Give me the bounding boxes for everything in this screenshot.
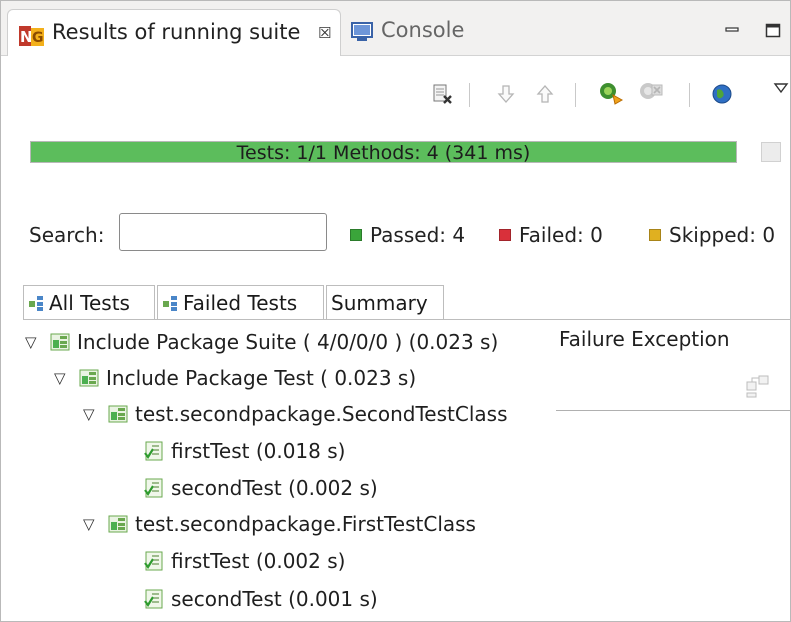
arrow-up-icon: [536, 85, 554, 103]
class-label: test.secondpackage.FirstTestClass: [135, 512, 476, 536]
testng-view: N G Results of running suite ☒ Console T…: [0, 0, 791, 622]
suite-icon: [108, 405, 128, 423]
all-tests-icon: [29, 296, 43, 311]
test-label: Include Package Test ( 0.023 s): [106, 366, 417, 390]
rerun-icon: [600, 83, 624, 105]
failed-tests-icon: [163, 296, 177, 311]
tab-failed-tests-label: Failed Tests: [183, 291, 298, 315]
tree-node-suite[interactable]: ▽ Include Package Suite ( 4/0/0/0 ) (0.0…: [25, 327, 498, 357]
suite-icon: [108, 515, 128, 533]
skipped-count: Skipped: 0: [649, 223, 775, 247]
passed-label: Passed: 4: [370, 223, 466, 247]
globe-icon: [712, 84, 732, 104]
open-report-button[interactable]: [709, 81, 735, 107]
tab-failed-tests[interactable]: Failed Tests: [157, 285, 324, 320]
view-menu-button[interactable]: [768, 75, 791, 101]
rerun-button[interactable]: [599, 81, 625, 107]
clear-results-button[interactable]: [429, 81, 455, 107]
tree-node-method[interactable]: firstTest (0.018 s): [143, 436, 345, 466]
console-icon: [351, 22, 373, 41]
suite-label: Include Package Suite ( 4/0/0/0 ) (0.023…: [77, 330, 499, 354]
tree-node-class[interactable]: ▽ test.secondpackage.FirstTestClass: [83, 509, 476, 539]
failed-icon: [499, 229, 511, 241]
failed-label: Failed: 0: [519, 223, 603, 247]
skipped-icon: [649, 229, 661, 241]
failure-exception-title: Failure Exception: [559, 327, 730, 351]
method-icon: [144, 478, 163, 498]
minimize-icon[interactable]: [723, 21, 741, 39]
compare-results-icon[interactable]: [744, 373, 770, 399]
tab-summary-label: Summary: [331, 291, 428, 315]
testng-icon: N G: [19, 26, 44, 46]
chevron-down-icon: [773, 83, 789, 94]
passed-icon: [350, 229, 362, 241]
tab-summary[interactable]: Summary: [326, 285, 444, 320]
toolbar-separator: [575, 83, 576, 107]
toolbar-separator: [689, 83, 690, 107]
failed-count: Failed: 0: [499, 223, 603, 247]
expand-icon[interactable]: ▽: [83, 515, 101, 533]
method-label: secondTest (0.002 s): [171, 476, 378, 500]
tab-all-tests-label: All Tests: [49, 291, 130, 315]
skipped-label: Skipped: 0: [669, 223, 776, 247]
method-label: firstTest (0.002 s): [171, 549, 346, 573]
rerun-failed-icon: [640, 83, 663, 99]
tab-console-label: Console: [381, 18, 465, 42]
method-icon: [144, 589, 163, 609]
passed-count: Passed: 4: [350, 223, 465, 247]
toolbar: [1, 81, 790, 121]
method-icon: [144, 551, 163, 571]
svg-text:N: N: [20, 28, 33, 46]
svg-text:G: G: [32, 30, 44, 46]
suite-icon: [50, 333, 70, 351]
tab-all-tests[interactable]: All Tests: [23, 285, 155, 320]
progress-bar: Tests: 1/1 Methods: 4 (341 ms): [30, 141, 737, 164]
next-failure-button[interactable]: [493, 81, 519, 107]
method-icon: [144, 441, 163, 461]
tab-divider: [23, 319, 791, 320]
class-label: test.secondpackage.SecondTestClass: [135, 402, 508, 426]
tab-results[interactable]: N G Results of running suite ☒: [7, 9, 341, 56]
maximize-icon[interactable]: [764, 21, 782, 39]
tree-node-method[interactable]: firstTest (0.002 s): [143, 546, 345, 576]
tree-node-method[interactable]: secondTest (0.002 s): [143, 473, 378, 503]
suite-icon: [79, 369, 99, 387]
toolbar-separator: [469, 83, 470, 107]
expand-icon[interactable]: ▽: [83, 405, 101, 423]
tree-node-method[interactable]: secondTest (0.001 s): [143, 584, 378, 614]
arrow-down-icon: [497, 85, 515, 103]
search-label: Search:: [29, 223, 105, 247]
tree-node-class[interactable]: ▽ test.secondpackage.SecondTestClass: [83, 399, 508, 429]
clear-results-icon: [433, 84, 452, 104]
progress-text: Tests: 1/1 Methods: 4 (341 ms): [236, 142, 531, 164]
tree-node-test[interactable]: ▽ Include Package Test ( 0.023 s): [54, 363, 416, 393]
stop-button[interactable]: [761, 142, 781, 162]
expand-icon[interactable]: ▽: [54, 369, 72, 387]
previous-failure-button[interactable]: [532, 81, 558, 107]
tab-results-label: Results of running suite: [52, 20, 301, 44]
expand-icon[interactable]: ▽: [25, 333, 43, 351]
close-icon[interactable]: ☒: [318, 24, 331, 42]
method-label: secondTest (0.001 s): [171, 587, 378, 611]
tab-bar: N G Results of running suite ☒ Console: [1, 1, 790, 56]
method-label: firstTest (0.018 s): [171, 439, 346, 463]
rerun-failed-button[interactable]: [639, 81, 665, 107]
search-input[interactable]: [119, 213, 327, 251]
failure-divider: [556, 410, 790, 411]
